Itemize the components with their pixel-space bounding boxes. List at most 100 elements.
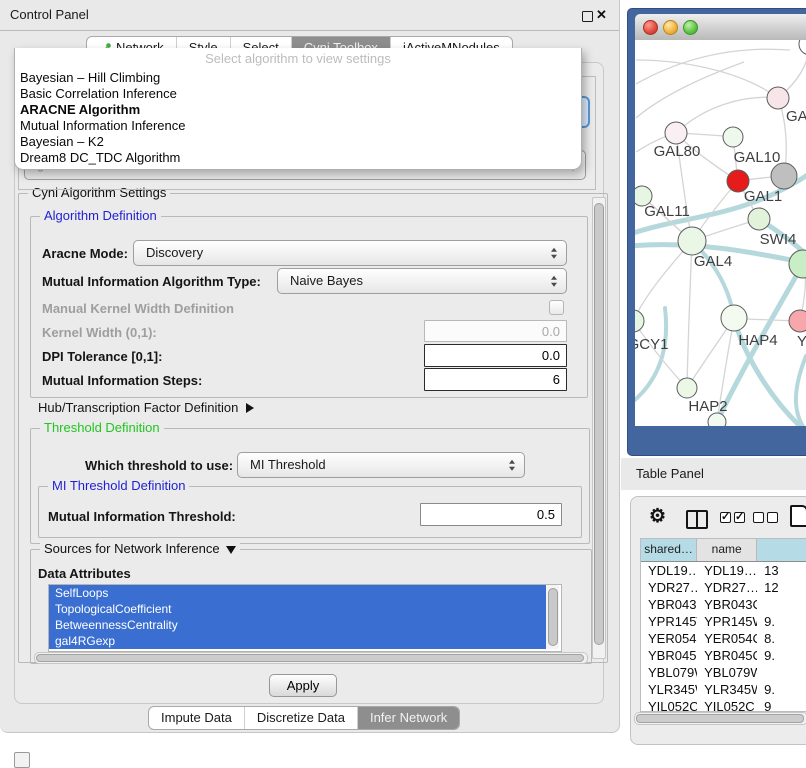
table-row[interactable]: YBL079WYBL079W (641, 664, 806, 681)
table-cell: YER054C (697, 630, 757, 647)
mi-threshold-field[interactable] (420, 503, 562, 526)
attributes-vertical-scrollbar[interactable] (546, 585, 559, 649)
network-node[interactable] (665, 122, 687, 144)
algorithm-option[interactable]: Basic Correlation Inference (15, 86, 581, 102)
function-builder-icon[interactable] (790, 505, 806, 527)
table-cell: YBR043C (697, 596, 757, 613)
zoom-traffic-light[interactable] (683, 20, 698, 35)
network-node[interactable] (799, 40, 806, 55)
tab-discretize-data[interactable]: Discretize Data (245, 707, 358, 729)
table-cell: 9. (757, 681, 806, 698)
float-window-icon[interactable] (582, 11, 593, 22)
algorithm-option[interactable]: Bayesian – Hill Climbing (15, 70, 581, 86)
close-icon[interactable]: ✕ (596, 7, 607, 23)
table-cell: YBR045C (641, 647, 697, 664)
split-columns-icon[interactable] (686, 510, 708, 529)
table-cell: 9. (757, 647, 806, 664)
network-node[interactable] (771, 163, 797, 189)
data-attribute-option[interactable]: gal4RGexp (49, 633, 546, 649)
table-cell: 9. (757, 613, 806, 630)
data-attribute-option[interactable]: TopologicalCoefficient (49, 601, 546, 617)
which-threshold-combobox[interactable]: MI Threshold (237, 452, 525, 478)
table-row[interactable]: YER054CYER054C8. (641, 630, 806, 647)
table-row[interactable]: YPR145WYPR145W9. (641, 613, 806, 630)
table-row[interactable]: YDL19…YDL19…13 (641, 562, 806, 579)
table-cell: 8. (757, 630, 806, 647)
algorithm-option[interactable]: Mutual Information Inference (15, 118, 581, 134)
table-cell: YDL19… (641, 562, 697, 579)
sources-group-label[interactable]: Sources for Network Inference (40, 541, 240, 556)
sources-horizontal-scrollbar[interactable] (34, 652, 588, 664)
minimize-traffic-light[interactable] (663, 20, 678, 35)
table-row[interactable]: YBR043CYBR043C (641, 596, 806, 613)
table-cell: 9 (757, 698, 806, 712)
settings-gear-icon[interactable]: ⚙ (649, 505, 666, 528)
mi-steps-field[interactable] (424, 368, 567, 391)
algorithm-option[interactable]: ARACNE Algorithm (15, 102, 581, 118)
data-attributes-label: Data Attributes (38, 566, 131, 581)
tab-impute-data[interactable]: Impute Data (149, 707, 245, 729)
apply-button[interactable]: Apply (269, 674, 337, 697)
dpi-tolerance-field[interactable] (424, 344, 567, 367)
manual-kernel-checkbox[interactable] (549, 300, 564, 315)
mi-threshold-group-label: MI Threshold Definition (48, 478, 189, 493)
scrollbar-thumb[interactable] (636, 714, 804, 723)
threshold-definition-label: Threshold Definition (40, 420, 164, 435)
collapse-down-icon (226, 546, 236, 554)
table-cell (757, 596, 806, 613)
tab-infer-network[interactable]: Infer Network (358, 707, 459, 729)
table-cell: 13 (757, 562, 806, 579)
scrollbar-thumb[interactable] (36, 654, 584, 662)
data-attribute-option[interactable]: SelfLoops (49, 585, 546, 601)
collapsed-panel-icon[interactable] (14, 752, 30, 768)
network-window-titlebar[interactable] (635, 14, 806, 41)
hub-definition-toggle[interactable]: Hub/Transcription Factor Definition (38, 400, 254, 415)
algorithm-placeholder: Select algorithm to view settings (15, 48, 581, 70)
network-node[interactable] (721, 305, 747, 331)
table-row[interactable]: YBR045CYBR045C9. (641, 647, 806, 664)
table-row[interactable]: YDR27…YDR27…12 (641, 579, 806, 596)
network-canvas[interactable]: GALGAL80GAL10GAL1SWI4GAL11GAL4GCY1HAP4YH… (635, 40, 806, 426)
node-label: GAL10 (734, 149, 781, 166)
data-attribute-option[interactable]: BetweennessCentrality (49, 617, 546, 633)
table-cell: YLR345W (697, 681, 757, 698)
network-node[interactable] (723, 127, 743, 147)
table-row[interactable]: YIL052CYIL052C9 (641, 698, 806, 712)
kernel-width-field[interactable] (424, 320, 567, 342)
table-header-row: shared…name (641, 539, 806, 562)
stepper-icon (551, 248, 557, 259)
table-cell: YPR145W (697, 613, 757, 630)
node-label: Y (797, 333, 806, 350)
algorithm-option[interactable]: Bayesian – K2 (15, 134, 581, 150)
scrollbar-thumb[interactable] (548, 588, 558, 646)
table-row[interactable]: YLR345WYLR345W9. (641, 681, 806, 698)
network-node[interactable] (677, 378, 697, 398)
table-horizontal-scrollbar[interactable] (634, 712, 806, 725)
column-header[interactable] (757, 539, 806, 561)
network-node[interactable] (789, 310, 806, 332)
scrollbar-thumb[interactable] (594, 203, 604, 645)
node-label: SWI4 (760, 231, 797, 248)
deselect-all-icon[interactable] (753, 512, 764, 523)
aracne-mode-combobox[interactable]: Discovery (133, 240, 567, 266)
network-node[interactable] (789, 250, 806, 278)
bottom-tab-bar: Impute Data Discretize Data Infer Networ… (148, 706, 460, 730)
algorithm-option[interactable]: Dream8 DC_TDC Algorithm (15, 150, 581, 166)
mi-algorithm-type-combobox[interactable]: Naive Bayes (277, 268, 567, 294)
network-node[interactable] (767, 87, 789, 109)
settings-vertical-scrollbar[interactable] (592, 197, 606, 659)
column-header[interactable]: name (697, 539, 757, 561)
network-node[interactable] (748, 208, 770, 230)
network-node[interactable] (635, 310, 644, 332)
data-attributes-list: SelfLoopsTopologicalCoefficientBetweenne… (48, 584, 562, 652)
close-traffic-light[interactable] (643, 20, 658, 35)
stepper-icon (551, 276, 557, 287)
network-node[interactable] (678, 227, 706, 255)
table-cell: YER054C (641, 630, 697, 647)
manual-kernel-label: Manual Kernel Width Definition (42, 301, 234, 316)
select-all-icon[interactable] (720, 512, 731, 523)
column-header[interactable]: shared… (641, 539, 697, 561)
node-label: GAL80 (654, 143, 701, 160)
node-label: HAP2 (688, 398, 727, 415)
table-cell (757, 664, 806, 681)
